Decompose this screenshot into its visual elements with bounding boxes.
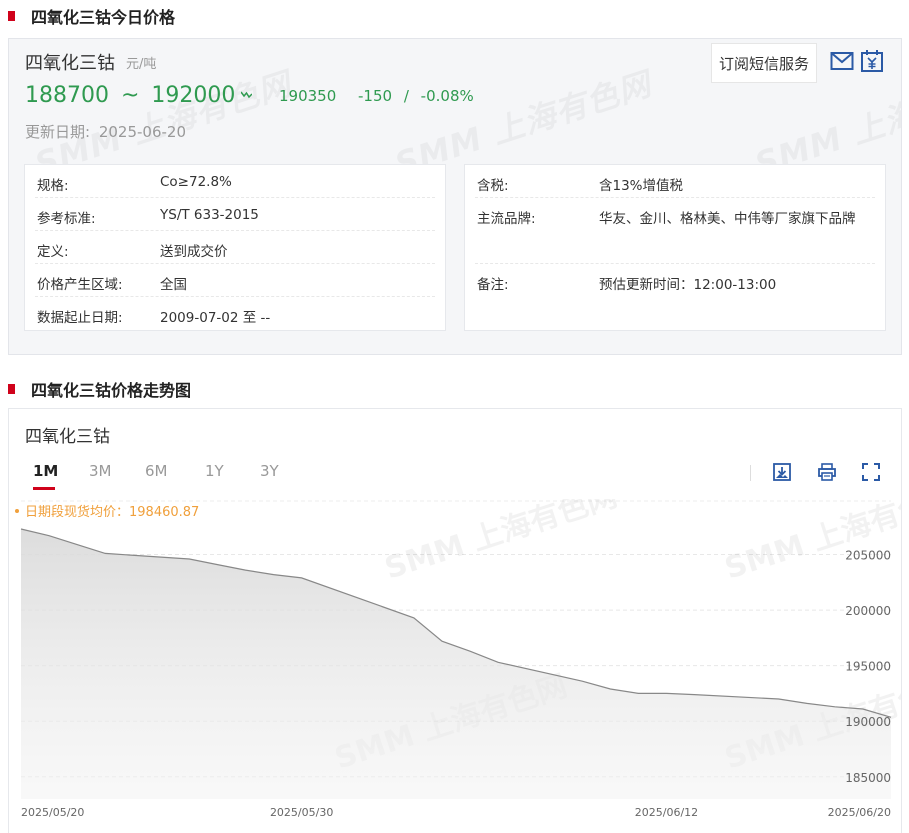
spec-key: 主流品牌:: [477, 211, 536, 227]
fullscreen-icon[interactable]: [861, 462, 881, 482]
spec-key: 含税:: [477, 178, 509, 194]
spec-value: YS/T 633-2015: [160, 207, 259, 223]
price-tilde: ~: [120, 83, 140, 108]
price-high: 192000: [151, 83, 236, 108]
spec-value: 全国: [160, 277, 187, 293]
change-value: -150: [358, 87, 393, 105]
watermark: SMM 上海有色网: [381, 499, 622, 587]
price-trend-chart[interactable]: SMM 上海有色网SMM 上海有色网SMM 上海有色网SMM 上海有色网 185…: [9, 499, 902, 833]
tab-1y[interactable]: 1Y: [205, 462, 224, 480]
tab-6m[interactable]: 6M: [145, 462, 168, 480]
spec-key: 参考标准:: [37, 211, 96, 227]
mail-icon[interactable]: [830, 49, 854, 73]
chart-panel: 四氧化三钴 1M 3M 6M 1Y 3Y SMM 上海有色网 SMM 上海有色网…: [8, 408, 902, 833]
spec-row: 规格: Co≥72.8%: [35, 165, 435, 198]
spec-key: 数据起止日期:: [37, 310, 123, 326]
spec-row: 含税: 含13%增值税: [475, 165, 875, 198]
y-tick-label: 205000: [845, 549, 891, 563]
toolbar-divider: [750, 465, 751, 481]
spec-key: 规格:: [37, 178, 69, 194]
spec-value: 预估更新时间：12:00-13:00: [599, 277, 777, 293]
spec-row: 主流品牌: 华友、金川、格林美、中伟等厂家旗下品牌: [475, 198, 875, 264]
x-tick-label: 2025/05/30: [270, 806, 333, 819]
y-tick-label: 190000: [845, 715, 891, 729]
change-percent: -0.08%: [420, 87, 474, 105]
tab-1m[interactable]: 1M: [33, 462, 58, 480]
x-tick-label: 2025/06/20: [828, 806, 891, 819]
change-sep: /: [403, 87, 409, 105]
spec-box-left: 规格: Co≥72.8% 参考标准: YS/T 633-2015 定义: 送到成…: [24, 164, 446, 331]
spec-row: 定义: 送到成交价: [35, 231, 435, 264]
print-icon[interactable]: [817, 462, 837, 482]
spec-box-right: 含税: 含13%增值税 主流品牌: 华友、金川、格林美、中伟等厂家旗下品牌 备注…: [464, 164, 886, 331]
spec-value: 含13%增值税: [599, 178, 684, 194]
y-tick-label: 185000: [845, 771, 891, 785]
product-unit: 元/吨: [126, 57, 157, 72]
avg-price-label: 日期段现货均价：198460.87: [25, 504, 199, 520]
active-tab-indicator: [33, 487, 55, 490]
spec-key: 定义:: [37, 244, 69, 260]
section-title-text: 四氧化三钴价格走势图: [31, 381, 192, 400]
tab-3y[interactable]: 3Y: [260, 462, 279, 480]
update-value: 2025-06-20: [98, 123, 187, 141]
price-change: -150 / -0.08%: [358, 87, 474, 105]
subscribe-sms-button[interactable]: 订阅短信服务: [711, 43, 817, 83]
price-range: 188700 ~ 192000: [25, 83, 253, 108]
y-tick-label: 200000: [845, 604, 891, 618]
average-price: 190350: [279, 87, 337, 105]
section-title-price-trend: 四氧化三钴价格走势图: [8, 378, 191, 400]
spec-value: Co≥72.8%: [160, 174, 232, 190]
section-title-today-price: 四氧化三钴今日价格: [8, 5, 175, 27]
spec-value: 华友、金川、格林美、中伟等厂家旗下品牌: [599, 211, 856, 227]
spec-row: 价格产生区域: 全国: [35, 264, 435, 297]
trend-down-icon: [240, 89, 253, 102]
watermark: SMM 上海有色网: [721, 499, 902, 587]
y-tick-label: 195000: [845, 660, 891, 674]
spec-value: 2009-07-02 至 --: [160, 310, 271, 326]
download-image-icon[interactable]: [772, 462, 792, 482]
price-low: 188700: [25, 83, 109, 108]
spec-key: 价格产生区域:: [37, 277, 123, 293]
x-tick-label: 2025/06/12: [635, 806, 698, 819]
tab-3m[interactable]: 3M: [89, 462, 112, 480]
avg-legend-dot: [15, 509, 19, 513]
spec-row: 备注: 预估更新时间：12:00-13:00: [475, 264, 875, 297]
price-panel: SMM 上海有色网 SMM 上海有色网 SMM 上海有色网 四氧化三钴 元/吨 …: [8, 38, 902, 355]
title-marker: [8, 384, 15, 394]
title-marker: [8, 11, 15, 21]
chart-product-name: 四氧化三钴: [25, 427, 110, 447]
product-name: 四氧化三钴: [25, 53, 115, 74]
update-label: 更新日期:: [25, 123, 91, 141]
spec-row: 数据起止日期: 2009-07-02 至 --: [35, 297, 435, 330]
section-title-text: 四氧化三钴今日价格: [31, 8, 176, 27]
price-calendar-icon[interactable]: [860, 49, 884, 73]
x-tick-label: 2025/05/20: [21, 806, 84, 819]
update-date: 更新日期: 2025-06-20: [25, 121, 186, 142]
spec-value: 送到成交价: [160, 244, 228, 260]
spec-row: 参考标准: YS/T 633-2015: [35, 198, 435, 231]
spec-key: 备注:: [477, 277, 509, 293]
